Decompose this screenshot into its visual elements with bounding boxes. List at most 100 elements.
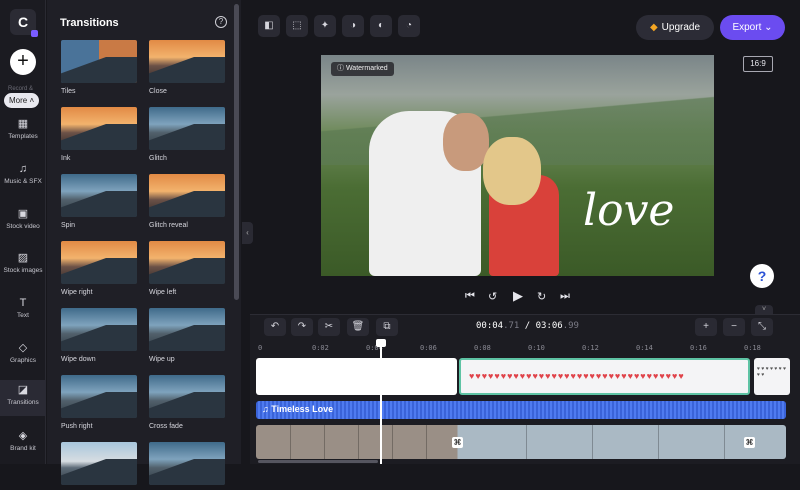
play-icon[interactable]: ▶: [513, 288, 523, 304]
transition-label: Wipe right: [61, 289, 93, 296]
rail-item-transitions[interactable]: ◪ Transitions: [0, 380, 46, 416]
cut-button[interactable]: ✂: [318, 318, 340, 336]
upgrade-button[interactable]: ◆ Upgrade: [636, 15, 714, 40]
rail-item-stock-images[interactable]: ▨ Stock images: [0, 252, 46, 274]
hearts-clip-small[interactable]: ♥ ♥ ♥ ♥ ♥ ♥ ♥ ♥ ♥: [754, 358, 790, 395]
mountain-shape: [149, 258, 225, 284]
left-rail: C + Record & More ˄ ▦ Templates ♫ Music & S…: [0, 0, 46, 464]
transition-label: Glitch: [149, 155, 167, 162]
redo-button[interactable]: ↷: [291, 318, 313, 336]
rail-item-label: Text: [17, 312, 29, 319]
ruler-tick-label: 0:18: [744, 344, 761, 352]
transition-marker-icon[interactable]: ⌘: [452, 437, 463, 448]
hearts-overlay-clip[interactable]: ♥♥♥♥♥♥♥♥♥♥♥♥♥♥♥♥♥♥♥♥♥♥♥♥♥♥♥♥♥♥♥♥♥♥: [459, 358, 750, 395]
mountain-shape: [149, 57, 225, 83]
mountain-shape: [61, 191, 137, 217]
rail-item-music-sfx[interactable]: ♫ Music & SFX: [0, 163, 46, 185]
transition-marker-icon[interactable]: ⌘: [744, 437, 755, 448]
music-icon: ♫: [18, 163, 28, 175]
transition-label: Ink: [61, 155, 71, 162]
rail-item-templates[interactable]: ▦ Templates: [0, 118, 46, 140]
timeline-scrollbar[interactable]: [258, 460, 378, 463]
delete-button[interactable]: 🗑: [347, 318, 369, 336]
transition-tile[interactable]: Push right: [61, 375, 137, 430]
aspect-ratio-button[interactable]: 16:9: [743, 56, 773, 72]
mountain-shape: [61, 392, 137, 418]
transition-tile[interactable]: Tiles: [61, 40, 137, 95]
transition-tile[interactable]: [61, 442, 137, 490]
crop-button[interactable]: ⬚: [286, 15, 308, 37]
transition-tile[interactable]: Glitch reveal: [149, 174, 225, 229]
time-separator: /: [519, 321, 536, 331]
rail-item-graphics[interactable]: ◇ Graphics: [0, 342, 46, 364]
rewind-5-icon[interactable]: ↺: [488, 290, 497, 303]
rail-item-label: Stock video: [6, 223, 40, 230]
more-button[interactable]: More ˄: [4, 93, 40, 108]
zoom-in-button[interactable]: +: [695, 318, 717, 336]
transition-label: Wipe up: [149, 356, 175, 363]
transition-thumbnail: [149, 107, 225, 150]
transition-thumbnail: [149, 40, 225, 83]
rail-item-label: Templates: [8, 133, 38, 140]
transition-tile[interactable]: Cross fade: [149, 375, 225, 430]
mountain-shape: [61, 124, 137, 150]
stock-images-icon: ▨: [17, 252, 29, 264]
video-preview[interactable]: love ⓘ Watermarked: [321, 55, 714, 276]
mountain-shape: [61, 459, 137, 485]
transition-thumbnail: [149, 308, 225, 351]
mountain-shape: [149, 325, 225, 351]
mountain-shape: [149, 392, 225, 418]
collapse-timeline-button[interactable]: ˅: [755, 305, 773, 314]
transition-thumbnail: [61, 375, 137, 418]
help-icon[interactable]: ?: [215, 16, 227, 28]
more-label: More: [9, 96, 28, 105]
duplicate-button[interactable]: ⧉: [376, 318, 398, 336]
playhead[interactable]: [376, 339, 386, 464]
frame-divider: [724, 425, 725, 459]
add-media-button[interactable]: +: [10, 49, 36, 75]
info-icon: ⓘ: [337, 65, 344, 72]
ruler-tick-label: 0:08: [474, 344, 491, 352]
skip-back-icon[interactable]: ⏮: [465, 290, 475, 303]
forward-5-icon[interactable]: ↻: [537, 290, 546, 303]
skip-forward-icon[interactable]: ⏭: [560, 290, 570, 303]
rail-item-label: Transitions: [7, 399, 39, 406]
transitions-panel: Transitions ? Tiles Close Ink Glitch Spin Gli…: [47, 0, 241, 485]
transition-tile[interactable]: Glitch: [149, 107, 225, 162]
fit-timeline-button[interactable]: ⤡: [751, 318, 773, 336]
export-label: Export: [732, 22, 762, 33]
ruler-tick-label: 0:02: [312, 344, 329, 352]
transition-tile[interactable]: Spin: [61, 174, 137, 229]
export-button[interactable]: Export ⌄: [720, 15, 785, 40]
filters-button[interactable]: ◑: [342, 15, 364, 37]
transition-thumbnail: [61, 107, 137, 150]
undo-button[interactable]: ↶: [264, 318, 286, 336]
transition-tile[interactable]: Close: [149, 40, 225, 95]
layout-button[interactable]: ◧: [258, 15, 280, 37]
zoom-out-button[interactable]: −: [723, 318, 745, 336]
text-clip[interactable]: [256, 358, 457, 395]
rail-item-stock-video[interactable]: ▣ Stock video: [0, 208, 46, 230]
help-button[interactable]: ?: [750, 264, 774, 288]
transition-tile[interactable]: Wipe up: [149, 308, 225, 363]
collapse-panel-button[interactable]: ‹: [242, 222, 253, 244]
rail-item-text[interactable]: T Text: [0, 297, 46, 319]
transition-tile[interactable]: Wipe right: [61, 241, 137, 296]
app-logo[interactable]: C: [10, 9, 38, 37]
transition-tile[interactable]: [149, 442, 225, 490]
transition-tile[interactable]: Ink: [61, 107, 137, 162]
frame-divider: [592, 425, 593, 459]
transition-label: Tiles: [61, 88, 76, 95]
adjust-button[interactable]: ◐: [370, 15, 392, 37]
rail-item-brand-kit[interactable]: ◈ Brand kit: [0, 430, 46, 452]
speed-button[interactable]: ◔: [398, 15, 420, 37]
magic-button[interactable]: ✦: [314, 15, 336, 37]
audio-track[interactable]: [256, 401, 786, 419]
transition-tile[interactable]: Wipe down: [61, 308, 137, 363]
transition-tile[interactable]: Wipe left: [149, 241, 225, 296]
transition-label: Wipe down: [61, 356, 96, 363]
panel-scrollbar[interactable]: [234, 4, 239, 300]
video-track[interactable]: [256, 425, 786, 459]
frame-divider: [290, 425, 291, 459]
rail-item-label: Stock images: [3, 267, 43, 274]
